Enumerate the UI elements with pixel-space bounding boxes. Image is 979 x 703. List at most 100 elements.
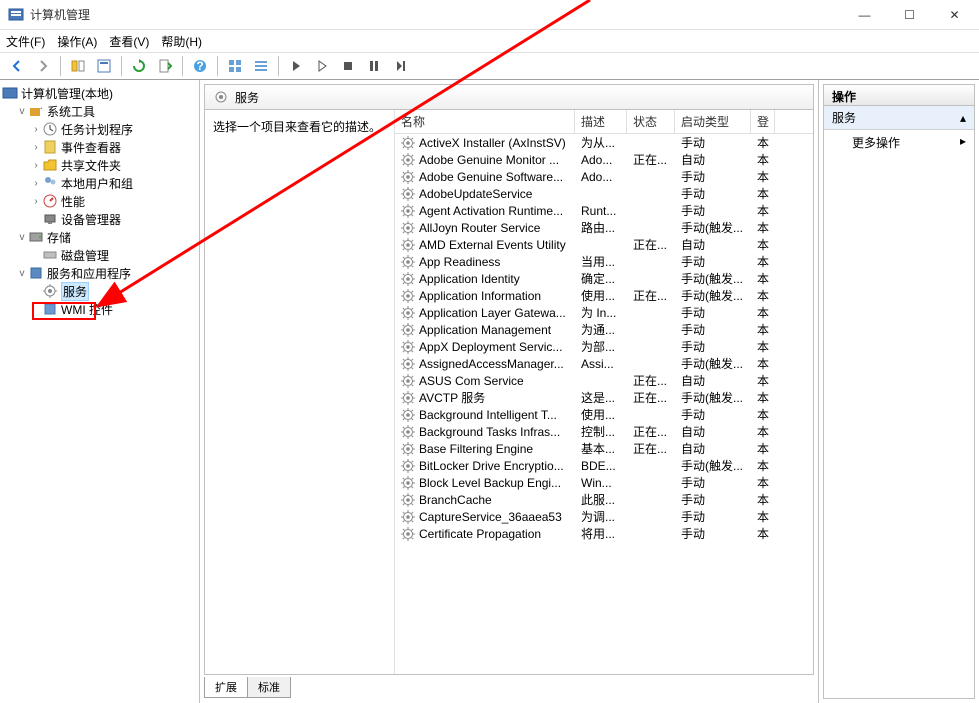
app-icon xyxy=(8,7,24,23)
maximize-button[interactable]: ☐ xyxy=(887,1,932,29)
menu-help[interactable]: 帮助(H) xyxy=(161,33,202,50)
col-desc[interactable]: 描述 xyxy=(575,110,627,133)
service-row[interactable]: Application Management为通...手动本 xyxy=(395,321,813,338)
view-list-button[interactable] xyxy=(250,55,272,77)
service-status: 正在... xyxy=(627,372,675,389)
tree-performance[interactable]: ›性能 xyxy=(2,192,197,210)
stop-button[interactable] xyxy=(337,55,359,77)
gear-icon xyxy=(401,204,415,218)
play-button[interactable] xyxy=(311,55,333,77)
service-row[interactable]: BranchCache此服...手动本 xyxy=(395,491,813,508)
service-name: Adobe Genuine Software... xyxy=(419,170,563,184)
properties-button[interactable] xyxy=(93,55,115,77)
tree-task-scheduler[interactable]: ›任务计划程序 xyxy=(2,120,197,138)
col-logon[interactable]: 登 xyxy=(751,110,775,133)
service-logon: 本 xyxy=(751,491,775,508)
service-row[interactable]: CaptureService_36aaea53为调...手动本 xyxy=(395,508,813,525)
menu-file[interactable]: 文件(F) xyxy=(6,33,45,50)
service-name: AppX Deployment Servic... xyxy=(419,340,562,354)
service-status: 正在... xyxy=(627,287,675,304)
service-startup: 手动 xyxy=(675,406,751,423)
service-startup: 手动(触发... xyxy=(675,457,751,474)
tree-disk-management[interactable]: 磁盘管理 xyxy=(2,246,197,264)
service-desc: Assi... xyxy=(575,357,627,371)
service-startup: 自动 xyxy=(675,440,751,457)
col-startup[interactable]: 启动类型 xyxy=(675,110,751,133)
service-row[interactable]: Application Identity确定...手动(触发...本 xyxy=(395,270,813,287)
gear-icon xyxy=(401,442,415,456)
restart-button[interactable] xyxy=(389,55,411,77)
tree-services[interactable]: 服务 xyxy=(2,282,197,300)
service-row[interactable]: BitLocker Drive Encryptio...BDE...手动(触发.… xyxy=(395,457,813,474)
service-desc: BDE... xyxy=(575,459,627,473)
minimize-button[interactable]: — xyxy=(842,1,887,29)
refresh-button[interactable] xyxy=(128,55,150,77)
tree-local-users[interactable]: ›本地用户和组 xyxy=(2,174,197,192)
help-button[interactable]: ? xyxy=(189,55,211,77)
forward-button[interactable] xyxy=(32,55,54,77)
services-list[interactable]: 名称 描述 状态 启动类型 登 ActiveX Installer (AxIns… xyxy=(395,110,813,674)
col-name[interactable]: 名称 xyxy=(395,110,575,133)
titlebar: 计算机管理 — ☐ ✕ xyxy=(0,0,979,30)
view-large-button[interactable] xyxy=(224,55,246,77)
service-startup: 手动 xyxy=(675,525,751,542)
service-logon: 本 xyxy=(751,474,775,491)
tree-wmi-control[interactable]: WMI 控件 xyxy=(2,300,197,318)
menu-action[interactable]: 操作(A) xyxy=(57,33,97,50)
service-row[interactable]: Adobe Genuine Monitor ...Ado...正在...自动本 xyxy=(395,151,813,168)
tree-storage[interactable]: v存储 xyxy=(2,228,197,246)
tree-services-apps[interactable]: v服务和应用程序 xyxy=(2,264,197,282)
close-button[interactable]: ✕ xyxy=(932,1,977,29)
service-row[interactable]: Agent Activation Runtime...Runt...手动本 xyxy=(395,202,813,219)
tab-extended[interactable]: 扩展 xyxy=(204,677,248,698)
service-row[interactable]: Adobe Genuine Software...Ado...手动本 xyxy=(395,168,813,185)
service-name: Application Layer Gatewa... xyxy=(419,306,566,320)
list-header[interactable]: 名称 描述 状态 启动类型 登 xyxy=(395,110,813,134)
service-row[interactable]: App Readiness当用...手动本 xyxy=(395,253,813,270)
service-row[interactable]: AMD External Events Utility正在...自动本 xyxy=(395,236,813,253)
start-service-button[interactable] xyxy=(285,55,307,77)
service-row[interactable]: AdobeUpdateService手动本 xyxy=(395,185,813,202)
service-row[interactable]: ASUS Com Service正在...自动本 xyxy=(395,372,813,389)
service-logon: 本 xyxy=(751,151,775,168)
service-desc: 为从... xyxy=(575,134,627,151)
service-row[interactable]: AppX Deployment Servic...为部...手动本 xyxy=(395,338,813,355)
service-row[interactable]: Certificate Propagation将用...手动本 xyxy=(395,525,813,542)
tab-standard[interactable]: 标准 xyxy=(247,677,291,698)
service-row[interactable]: Base Filtering Engine基本...正在...自动本 xyxy=(395,440,813,457)
service-row[interactable]: Background Intelligent T...使用...手动本 xyxy=(395,406,813,423)
tree-system-tools[interactable]: v系统工具 xyxy=(2,102,197,120)
gear-icon xyxy=(401,340,415,354)
service-logon: 本 xyxy=(751,185,775,202)
actions-group[interactable]: 服务▴ xyxy=(824,106,974,130)
menu-view[interactable]: 查看(V) xyxy=(109,33,149,50)
service-row[interactable]: Application Information使用...正在...手动(触发..… xyxy=(395,287,813,304)
pause-button[interactable] xyxy=(363,55,385,77)
service-desc: 将用... xyxy=(575,525,627,542)
service-row[interactable]: AssignedAccessManager...Assi...手动(触发...本 xyxy=(395,355,813,372)
gear-icon xyxy=(401,374,415,388)
service-desc: 使用... xyxy=(575,406,627,423)
service-startup: 手动 xyxy=(675,338,751,355)
col-status[interactable]: 状态 xyxy=(627,110,675,133)
back-button[interactable] xyxy=(6,55,28,77)
service-logon: 本 xyxy=(751,202,775,219)
service-row[interactable]: Block Level Backup Engi...Win...手动本 xyxy=(395,474,813,491)
service-row[interactable]: ActiveX Installer (AxInstSV)为从...手动本 xyxy=(395,134,813,151)
actions-header: 操作 xyxy=(823,84,975,106)
tree-device-manager[interactable]: 设备管理器 xyxy=(2,210,197,228)
tree-shared-folders[interactable]: ›共享文件夹 xyxy=(2,156,197,174)
service-row[interactable]: AllJoyn Router Service路由...手动(触发...本 xyxy=(395,219,813,236)
service-row[interactable]: Background Tasks Infras...控制...正在...自动本 xyxy=(395,423,813,440)
export-button[interactable] xyxy=(154,55,176,77)
actions-more[interactable]: 更多操作▸ xyxy=(824,130,974,155)
service-desc: 路由... xyxy=(575,219,627,236)
service-row[interactable]: AVCTP 服务这是...正在...手动(触发...本 xyxy=(395,389,813,406)
navigation-tree[interactable]: 计算机管理(本地) v系统工具 ›任务计划程序 ›事件查看器 ›共享文件夹 ›本… xyxy=(0,80,200,703)
show-hide-button[interactable] xyxy=(67,55,89,77)
service-row[interactable]: Application Layer Gatewa...为 In...手动本 xyxy=(395,304,813,321)
window-title: 计算机管理 xyxy=(30,6,842,23)
tree-root[interactable]: 计算机管理(本地) xyxy=(2,84,197,102)
service-logon: 本 xyxy=(751,440,775,457)
tree-event-viewer[interactable]: ›事件查看器 xyxy=(2,138,197,156)
